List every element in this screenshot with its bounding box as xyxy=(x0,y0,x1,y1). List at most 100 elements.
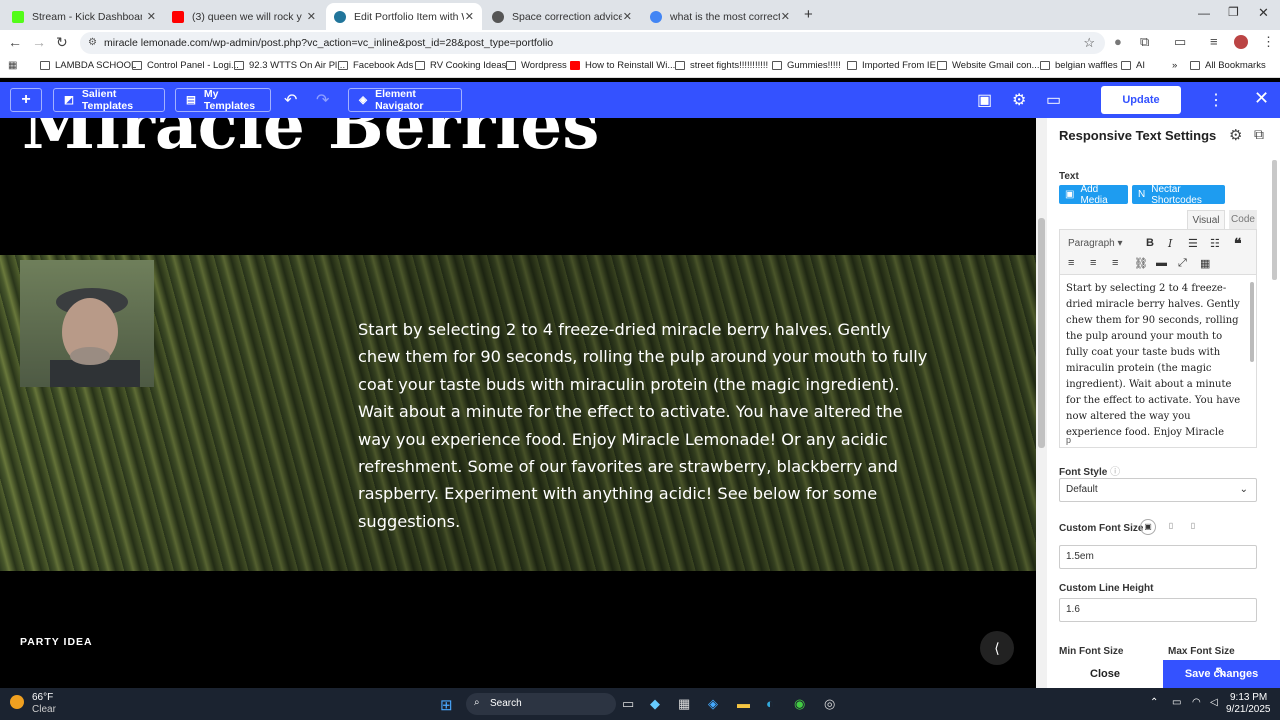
bookmark-item[interactable]: How to Reinstall Wi... xyxy=(570,60,675,71)
font-style-select[interactable]: Default ⌄ xyxy=(1059,478,1257,502)
close-tab-icon[interactable]: ✕ xyxy=(781,10,790,23)
page-scrollbar[interactable] xyxy=(1036,118,1047,688)
bookmark-item[interactable]: RV Cooking Ideas xyxy=(415,60,506,71)
bookmark-item[interactable]: LAMBDA SCHOOL xyxy=(40,60,136,71)
add-element-button[interactable]: + xyxy=(10,88,42,112)
media-icon[interactable]: ≡ xyxy=(1210,34,1218,49)
bookmark-item[interactable]: Imported From IE xyxy=(847,60,936,71)
restore-icon[interactable]: ❐ xyxy=(1228,5,1239,19)
profile-avatar[interactable] xyxy=(1234,35,1248,49)
bookmark-item[interactable]: Website Gmail con... xyxy=(937,60,1039,71)
reload-icon[interactable]: ↻ xyxy=(56,34,68,51)
volume-icon[interactable]: ◁ xyxy=(1210,697,1218,708)
blockquote-icon[interactable]: ❝ xyxy=(1234,235,1242,252)
bold-icon[interactable]: B xyxy=(1146,237,1154,249)
minimize-icon[interactable]: — xyxy=(1198,6,1210,20)
editor-content[interactable]: Start by selecting 2 to 4 freeze-dried m… xyxy=(1066,281,1244,441)
toolbar-toggle-icon[interactable]: ▦ xyxy=(1200,257,1210,270)
copilot-icon[interactable]: ◆ xyxy=(650,696,660,712)
update-button[interactable]: Update xyxy=(1101,86,1181,114)
tab-youtube[interactable]: (3) queen we will rock you ✕ xyxy=(164,3,324,30)
editor-scrollbar[interactable] xyxy=(1250,282,1254,362)
add-media-button[interactable]: ▣ Add Media xyxy=(1059,184,1128,206)
bullet-list-icon[interactable]: ☰ xyxy=(1188,237,1198,250)
gear-icon[interactable]: ⚙ xyxy=(1229,126,1242,144)
forward-icon[interactable]: → xyxy=(32,34,46,50)
network-icon[interactable]: ▭ xyxy=(1172,697,1181,708)
bookmark-item[interactable]: Facebook Ads xyxy=(338,60,413,71)
nectar-shortcodes-button[interactable]: N Nectar Shortcodes xyxy=(1132,184,1225,206)
custom-line-height-input[interactable]: 1.6 xyxy=(1059,598,1257,622)
bookmark-item[interactable]: Wordpress xyxy=(506,60,567,71)
tab-visual[interactable]: Visual xyxy=(1187,210,1225,230)
bookmark-item[interactable]: Control Panel - Logi... xyxy=(132,60,239,71)
bookmark-star-icon[interactable]: ☆ xyxy=(1083,32,1095,54)
close-tab-icon[interactable]: ✕ xyxy=(623,10,632,23)
more-bookmarks-icon[interactable]: » xyxy=(1172,60,1177,71)
align-right-icon[interactable]: ≡ xyxy=(1112,257,1118,269)
align-left-icon[interactable]: ≡ xyxy=(1068,257,1074,269)
redo-icon[interactable]: ↷ xyxy=(316,90,329,110)
tab-kick[interactable]: Stream - Kick Dashboard ✕ xyxy=(4,3,164,30)
chrome-icon[interactable]: ◉ xyxy=(794,696,805,712)
tab-search[interactable]: what is the most correct way to ✕ xyxy=(642,3,798,30)
site-info-icon[interactable]: ⚙ xyxy=(88,32,97,54)
align-center-icon[interactable]: ≡ xyxy=(1090,257,1096,269)
tab-space-correction[interactable]: Space correction advice ✕ xyxy=(484,3,640,30)
responsive-preview-icon[interactable]: ▭ xyxy=(1046,90,1061,110)
bookmark-item[interactable]: Gummies!!!!! xyxy=(772,60,841,71)
bookmark-item[interactable]: 92.3 WTTS On Air Pl... xyxy=(234,60,345,71)
close-tab-icon[interactable]: ✕ xyxy=(147,10,156,23)
obs-icon[interactable]: ◎ xyxy=(824,696,835,712)
my-templates-button[interactable]: ▤ My Templates xyxy=(175,88,271,112)
window-close-icon[interactable]: ✕ xyxy=(1258,5,1269,21)
taskbar-search[interactable]: ⌕ Search xyxy=(466,693,616,715)
read-more-icon[interactable]: ▬ xyxy=(1156,257,1167,269)
close-tab-icon[interactable]: ✕ xyxy=(307,10,316,23)
edge-icon[interactable]: ◐ xyxy=(766,696,774,711)
clock-date[interactable]: 9/21/2025 xyxy=(1226,704,1271,715)
back-icon[interactable]: ← xyxy=(8,34,22,50)
weather-icon[interactable] xyxy=(10,695,24,709)
task-view-icon[interactable]: ▭ xyxy=(622,696,634,712)
element-navigator-button[interactable]: ◈ Element Navigator xyxy=(348,88,462,112)
wifi-icon[interactable]: ◠ xyxy=(1192,697,1201,708)
store-icon[interactable]: ◈ xyxy=(708,696,718,712)
bookmark-item[interactable]: street fights!!!!!!!!!!! xyxy=(675,60,768,71)
apps-icon[interactable]: ▦ xyxy=(8,60,17,71)
format-select[interactable]: Paragraph ▾ xyxy=(1068,238,1123,249)
fullscreen-icon[interactable]: ⤢ xyxy=(1178,257,1187,270)
expand-panel-icon[interactable]: ⧉ xyxy=(1254,126,1264,143)
close-tab-icon[interactable]: ✕ xyxy=(465,10,474,23)
undo-icon[interactable]: ↶ xyxy=(284,90,297,110)
desktop-icon[interactable]: ▣ xyxy=(1140,519,1156,535)
salient-templates-button[interactable]: ◩ Salient Templates xyxy=(53,88,165,112)
settings-gear-icon[interactable]: ⚙ xyxy=(1012,90,1026,110)
text-editor[interactable]: Paragraph ▾ B I ☰ ☷ ❝ ≡ ≡ ≡ ⛓ ▬ ⤢ ▦ Star… xyxy=(1059,229,1257,448)
custom-font-size-input[interactable]: 1.5em xyxy=(1059,545,1257,569)
extension-icon[interactable]: ● xyxy=(1114,34,1122,49)
bookmark-item[interactable]: belgian waffles xyxy=(1040,60,1118,71)
tablet-icon[interactable]: ▯ xyxy=(1163,519,1179,535)
close-editor-icon[interactable]: ✕ xyxy=(1254,88,1269,109)
scrollbar-thumb[interactable] xyxy=(1038,218,1045,448)
url-input[interactable]: ⚙ miracle lemonade.com/wp-admin/post.php… xyxy=(80,32,1105,54)
new-tab-icon[interactable]: + xyxy=(804,6,813,23)
all-bookmarks[interactable]: All Bookmarks xyxy=(1190,60,1266,71)
tray-chevron-icon[interactable]: ⌃ xyxy=(1150,697,1158,708)
link-icon[interactable]: ⛓ xyxy=(1134,257,1148,270)
tab-edit-portfolio[interactable]: Edit Portfolio Item with WPBake ✕ xyxy=(326,3,482,30)
menu-icon[interactable]: ⋮ xyxy=(1262,34,1275,50)
clock-time[interactable]: 9:13 PM xyxy=(1230,692,1267,703)
page-settings-icon[interactable]: ▣ xyxy=(977,90,992,110)
phone-icon[interactable]: ▯ xyxy=(1185,519,1201,535)
italic-icon[interactable]: I xyxy=(1168,237,1172,250)
numbered-list-icon[interactable]: ☷ xyxy=(1210,237,1220,250)
cast-icon[interactable]: ▭ xyxy=(1174,34,1186,50)
tab-code[interactable]: Code xyxy=(1229,210,1257,230)
page-preview[interactable]: Miracle Berries Start by selecting 2 to … xyxy=(0,118,1036,688)
more-options-icon[interactable]: ⋮ xyxy=(1208,90,1224,110)
body-paragraph[interactable]: Start by selecting 2 to 4 freeze-dried m… xyxy=(358,316,938,535)
share-icon[interactable]: ⟨ xyxy=(980,631,1014,665)
close-button[interactable]: Close xyxy=(1047,660,1163,688)
